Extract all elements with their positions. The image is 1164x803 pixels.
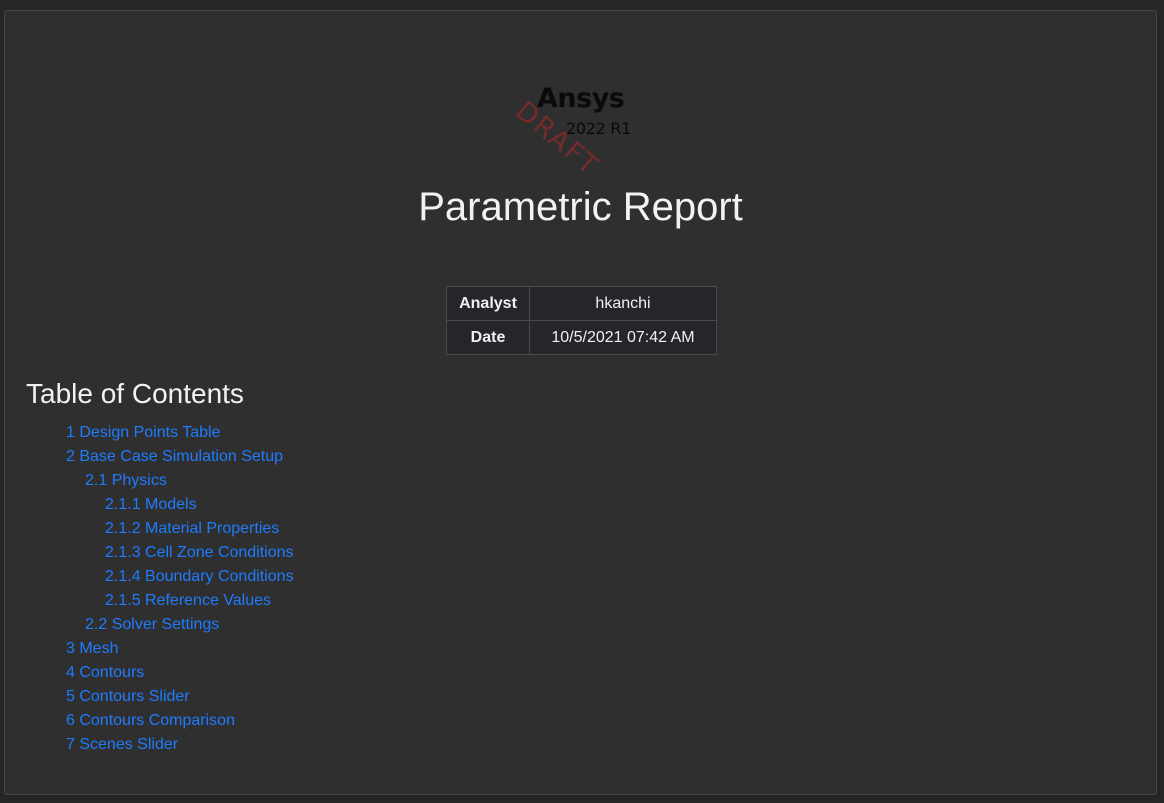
toc-link-boundary-conditions[interactable]: 2.1.4 Boundary Conditions bbox=[5, 565, 294, 589]
toc-link-solver-settings[interactable]: 2.2 Solver Settings bbox=[5, 613, 294, 637]
toc-link-material-properties[interactable]: 2.1.2 Material Properties bbox=[5, 517, 294, 541]
date-label: Date bbox=[446, 320, 530, 355]
logo-version: 2022 R1 bbox=[566, 119, 632, 138]
toc-link-cell-zone-conditions[interactable]: 2.1.3 Cell Zone Conditions bbox=[5, 541, 294, 565]
toc-link-base-case-simulation-setup[interactable]: 2 Base Case Simulation Setup bbox=[5, 445, 294, 469]
toc-link-reference-values[interactable]: 2.1.5 Reference Values bbox=[5, 589, 294, 613]
toc-link-physics[interactable]: 2.1 Physics bbox=[5, 469, 294, 493]
logo-name: Ansys bbox=[537, 83, 625, 114]
table-of-contents: 1 Design Points Table 2 Base Case Simula… bbox=[5, 421, 294, 757]
toc-link-contours[interactable]: 4 Contours bbox=[5, 661, 294, 685]
page-title: Parametric Report bbox=[418, 185, 743, 229]
toc-link-contours-comparison[interactable]: 6 Contours Comparison bbox=[5, 709, 294, 733]
table-row: Analyst hkanchi bbox=[446, 286, 717, 321]
report-page: DRAFT Ansys 2022 R1 Parametric Report An… bbox=[4, 10, 1157, 795]
toc-link-design-points-table[interactable]: 1 Design Points Table bbox=[5, 421, 294, 445]
toc-link-contours-slider[interactable]: 5 Contours Slider bbox=[5, 685, 294, 709]
toc-link-mesh[interactable]: 3 Mesh bbox=[5, 637, 294, 661]
toc-link-models[interactable]: 2.1.1 Models bbox=[5, 493, 294, 517]
ansys-logo: DRAFT Ansys 2022 R1 bbox=[509, 63, 660, 183]
date-value: 10/5/2021 07:42 AM bbox=[529, 320, 717, 355]
toc-link-scenes-slider[interactable]: 7 Scenes Slider bbox=[5, 733, 294, 757]
table-row: Date 10/5/2021 07:42 AM bbox=[446, 320, 717, 355]
analyst-value: hkanchi bbox=[529, 286, 717, 321]
analyst-label: Analyst bbox=[446, 286, 530, 321]
report-info-table: Analyst hkanchi Date 10/5/2021 07:42 AM bbox=[446, 286, 717, 355]
toc-heading: Table of Contents bbox=[26, 378, 244, 409]
